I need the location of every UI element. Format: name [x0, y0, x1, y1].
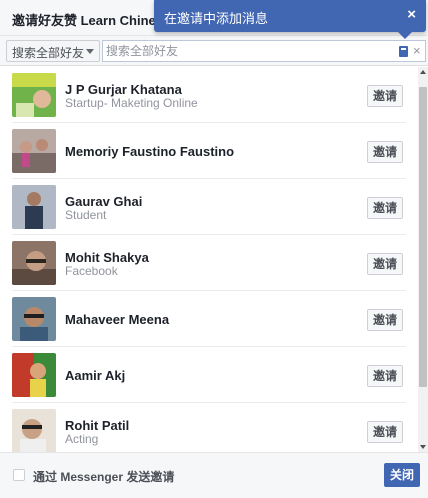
avatar: [12, 73, 56, 117]
clear-icon[interactable]: ×: [413, 43, 421, 58]
invite-button[interactable]: 邀请: [367, 141, 403, 163]
scroll-down-arrow[interactable]: [420, 445, 426, 449]
friend-subtitle: Facebook: [65, 264, 118, 278]
avatar: [12, 241, 56, 285]
friend-filter-dropdown[interactable]: 搜索全部好友: [6, 40, 100, 62]
close-button[interactable]: 关闭: [384, 463, 420, 487]
add-message-tooltip[interactable]: 在邀请中添加消息 ×: [154, 0, 426, 39]
invite-button[interactable]: 邀请: [367, 309, 403, 331]
friend-name: Rohit Patil: [65, 418, 130, 433]
address-book-icon[interactable]: [399, 46, 408, 57]
chevron-down-icon: [86, 49, 94, 54]
list-item: Memoriy Faustino Faustino 邀请: [12, 123, 406, 179]
scroll-up-arrow[interactable]: [420, 70, 426, 74]
list-scrollbar[interactable]: [418, 67, 428, 452]
list-item: Rohit Patil Acting 邀请: [12, 403, 406, 452]
friend-name: Mohit Shakya: [65, 250, 149, 265]
close-icon[interactable]: ×: [407, 6, 416, 23]
friend-list[interactable]: J P Gurjar Khatana Startup- Maketing Onl…: [0, 67, 428, 452]
friend-name: Memoriy Faustino Faustino: [65, 144, 235, 159]
tooltip-text: 在邀请中添加消息: [164, 11, 269, 26]
list-item: Gaurav Ghai Student 邀请: [12, 179, 406, 235]
list-item: Mahaveer Meena 邀请: [12, 291, 406, 347]
invite-button[interactable]: 邀请: [367, 365, 403, 387]
avatar: [12, 409, 56, 452]
friend-name: Mahaveer Meena: [65, 312, 170, 327]
friend-name: Gaurav Ghai: [65, 194, 143, 209]
avatar: [12, 185, 56, 229]
avatar: [12, 129, 56, 173]
invite-button[interactable]: 邀请: [367, 197, 403, 219]
search-toolbar: 搜索全部好友 ×: [0, 36, 428, 66]
search-box: ×: [102, 40, 426, 62]
filter-label: 搜索全部好友: [12, 46, 85, 60]
friend-subtitle: Student: [65, 208, 107, 222]
friend-subtitle: Acting: [65, 432, 99, 446]
avatar: [12, 297, 56, 341]
avatar: [12, 353, 56, 397]
messenger-checkbox[interactable]: [13, 469, 25, 481]
tooltip-arrow: [398, 32, 412, 39]
invite-button[interactable]: 邀请: [367, 85, 403, 107]
search-input[interactable]: [106, 43, 386, 59]
invite-button[interactable]: 邀请: [367, 421, 403, 443]
messenger-checkbox-label[interactable]: 通过 Messenger 发送邀请: [33, 468, 174, 485]
list-item: J P Gurjar Khatana Startup- Maketing Onl…: [12, 67, 406, 123]
friend-name: J P Gurjar Khatana: [65, 82, 182, 97]
dialog-footer: 通过 Messenger 发送邀请 关闭: [0, 452, 428, 498]
invite-button[interactable]: 邀请: [367, 253, 403, 275]
dialog-title: 邀请好友赞 Learn Chine: [12, 13, 156, 28]
friend-subtitle: Startup- Maketing Online: [65, 96, 198, 110]
invite-friends-dialog: 邀请好友赞 Learn Chine 在邀请中添加消息 × 搜索全部好友 × J …: [0, 0, 428, 498]
list-item: Aamir Akj 邀请: [12, 347, 406, 403]
list-item: Mohit Shakya Facebook 邀请: [12, 235, 406, 291]
scroll-thumb[interactable]: [419, 87, 427, 387]
friend-name: Aamir Akj: [65, 368, 126, 383]
